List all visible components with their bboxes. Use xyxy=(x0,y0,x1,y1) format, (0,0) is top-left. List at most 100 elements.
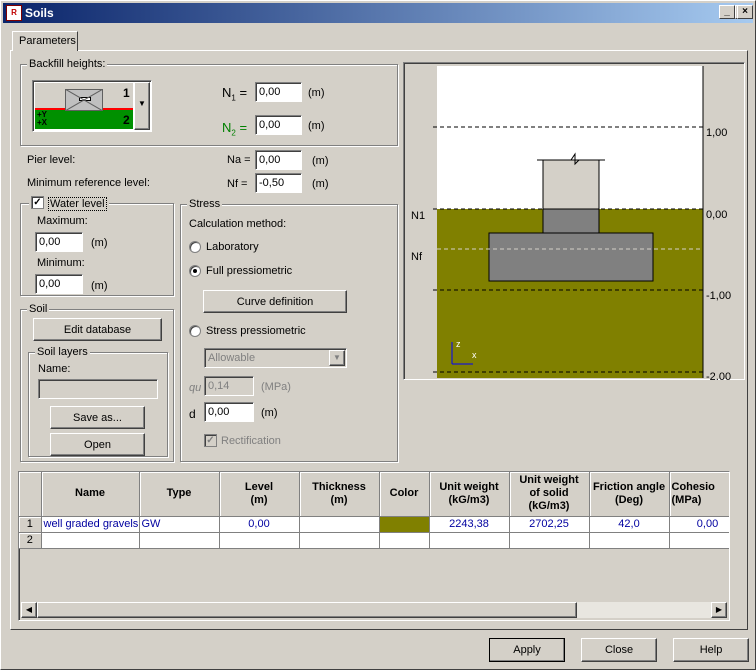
soil-preview-panel: 1,00 0,00 -1,00 -2,00 N1 Nf z x xyxy=(403,62,745,380)
pier-level-label: Pier level: xyxy=(27,154,76,166)
col-unit-weight-solid[interactable]: Unit weight of solid (kG/m3) xyxy=(509,472,590,517)
preview-label-1: 1 xyxy=(123,86,130,100)
soil-layers-table: Name Type Level (m) Thickness (m) Color … xyxy=(18,471,730,621)
tab-parameters[interactable]: Parameters xyxy=(12,31,78,51)
cell-color[interactable] xyxy=(379,532,430,549)
laboratory-radio[interactable] xyxy=(189,241,201,253)
pier-below xyxy=(542,208,600,234)
scrollbar-thumb[interactable] xyxy=(37,602,577,618)
close-window-button[interactable]: × xyxy=(737,5,753,19)
cell-type[interactable]: GW xyxy=(139,516,220,533)
chevron-down-icon[interactable]: ▼ xyxy=(329,350,345,366)
n1-label: N1 = xyxy=(222,85,248,103)
row-index[interactable]: 1 xyxy=(19,516,42,533)
layer-name-input[interactable] xyxy=(38,379,158,399)
scroll-right-icon[interactable]: ▶ xyxy=(711,602,727,618)
n2-input[interactable]: 0,00 xyxy=(255,115,302,135)
cell-cohesion[interactable]: 0,00 xyxy=(669,516,729,533)
tick-label: 1,00 xyxy=(706,127,727,139)
water-max-input[interactable]: 0,00 xyxy=(35,232,83,252)
cell-friction[interactable] xyxy=(589,532,670,549)
cell-cohesion[interactable] xyxy=(669,532,729,549)
col-type[interactable]: Type xyxy=(139,472,220,517)
col-level[interactable]: Level (m) xyxy=(219,472,300,517)
curve-definition-button[interactable]: Curve definition xyxy=(203,290,347,313)
pier-above xyxy=(542,159,600,211)
save-as-button[interactable]: Save as... xyxy=(50,406,145,429)
cell-level[interactable] xyxy=(219,532,300,549)
tick-label: 0,00 xyxy=(706,209,727,221)
cell-type[interactable] xyxy=(139,532,220,549)
minimize-button[interactable]: _ xyxy=(719,5,735,19)
qu-input[interactable]: 0,14 xyxy=(204,376,254,396)
d-input[interactable]: 0,00 xyxy=(204,402,254,422)
preview-axis-label: +Y +X xyxy=(37,110,48,127)
min-ref-level-input[interactable]: -0,50 xyxy=(255,173,302,193)
allowable-value: Allowable xyxy=(208,352,256,364)
footing-diagonals xyxy=(65,89,103,111)
pier-unit: (m) xyxy=(312,155,329,167)
layer-name-label: Name: xyxy=(38,363,71,375)
corner-cell xyxy=(19,472,42,517)
help-button[interactable]: Help xyxy=(673,638,749,662)
n2-unit: (m) xyxy=(308,120,325,132)
col-cohesion[interactable]: Cohesio (MPa) xyxy=(669,472,729,517)
nf-level-label: Nf xyxy=(411,251,423,263)
footing xyxy=(488,232,654,282)
cell-unit-weight-solid[interactable] xyxy=(509,532,590,549)
edit-database-button[interactable]: Edit database xyxy=(33,318,162,341)
tick-label: -1,00 xyxy=(706,290,731,302)
soil-preview-drawing: 1,00 0,00 -1,00 -2,00 N1 Nf z x xyxy=(411,66,731,380)
cell-color[interactable] xyxy=(379,516,430,533)
water-min-unit: (m) xyxy=(91,280,108,292)
cell-name[interactable] xyxy=(41,532,140,549)
min-ref-level-label: Minimum reference level: xyxy=(27,177,150,189)
stress-pressiometric-label: Stress pressiometric xyxy=(206,325,306,337)
qu-label: qu xyxy=(189,382,202,394)
table-row[interactable]: 2 xyxy=(19,532,729,549)
close-button[interactable]: Close xyxy=(581,638,657,662)
cell-unit-weight[interactable] xyxy=(429,532,510,549)
cell-friction[interactable]: 42,0 xyxy=(589,516,670,533)
full-pressiometric-radio[interactable] xyxy=(189,265,201,277)
col-name[interactable]: Name xyxy=(41,472,140,517)
water-min-input[interactable]: 0,00 xyxy=(35,274,83,294)
soil-table: Name Type Level (m) Thickness (m) Color … xyxy=(19,472,729,549)
scroll-left-icon[interactable]: ◀ xyxy=(21,602,37,618)
min-ref-symbol: Nf = xyxy=(227,178,248,190)
horizontal-scrollbar[interactable]: ◀ ▶ xyxy=(21,602,727,618)
col-friction-angle[interactable]: Friction angle (Deg) xyxy=(589,472,670,517)
cell-level[interactable]: 0,00 xyxy=(219,516,300,533)
water-max-unit: (m) xyxy=(91,237,108,249)
allowable-select[interactable]: Allowable xyxy=(204,348,347,368)
backfill-preview-selector[interactable]: 1 2 +Y +X ▼ xyxy=(32,80,152,132)
title-bar[interactable]: R Soils _ □ xyxy=(3,3,753,23)
cell-thickness[interactable] xyxy=(299,532,380,549)
cell-unit-weight-solid[interactable]: 2702,25 xyxy=(509,516,590,533)
row-index[interactable]: 2 xyxy=(19,532,42,549)
stress-group-label: Stress xyxy=(187,198,223,210)
open-button[interactable]: Open xyxy=(50,433,145,456)
chevron-down-icon[interactable]: ▼ xyxy=(134,82,150,130)
rectification-checkbox[interactable]: ✓ xyxy=(204,434,217,447)
water-max-label: Maximum: xyxy=(37,215,88,227)
table-row[interactable]: 1 well graded gravels GW 0,00 2243,38 27… xyxy=(19,516,729,533)
window-title: Soils xyxy=(25,6,54,20)
apply-button[interactable]: Apply xyxy=(489,638,565,662)
water-min-label: Minimum: xyxy=(37,257,85,269)
col-unit-weight[interactable]: Unit weight (kG/m3) xyxy=(429,472,510,517)
pier-level-input[interactable]: 0,00 xyxy=(255,150,302,170)
cell-name[interactable]: well graded gravels xyxy=(41,516,140,533)
cell-thickness[interactable] xyxy=(299,516,380,533)
col-color[interactable]: Color xyxy=(379,472,430,517)
backfill-group-label: Backfill heights: xyxy=(27,58,108,70)
d-unit: (m) xyxy=(261,407,278,419)
col-thickness[interactable]: Thickness (m) xyxy=(299,472,380,517)
stress-pressiometric-radio[interactable] xyxy=(189,325,201,337)
water-level-checkbox[interactable]: ✓ xyxy=(31,196,44,209)
cell-unit-weight[interactable]: 2243,38 xyxy=(429,516,510,533)
rectification-label: Rectification xyxy=(221,435,281,447)
calc-method-label: Calculation method: xyxy=(189,218,287,230)
water-level-label: Water level xyxy=(48,197,107,211)
n1-input[interactable]: 0,00 xyxy=(255,82,302,102)
